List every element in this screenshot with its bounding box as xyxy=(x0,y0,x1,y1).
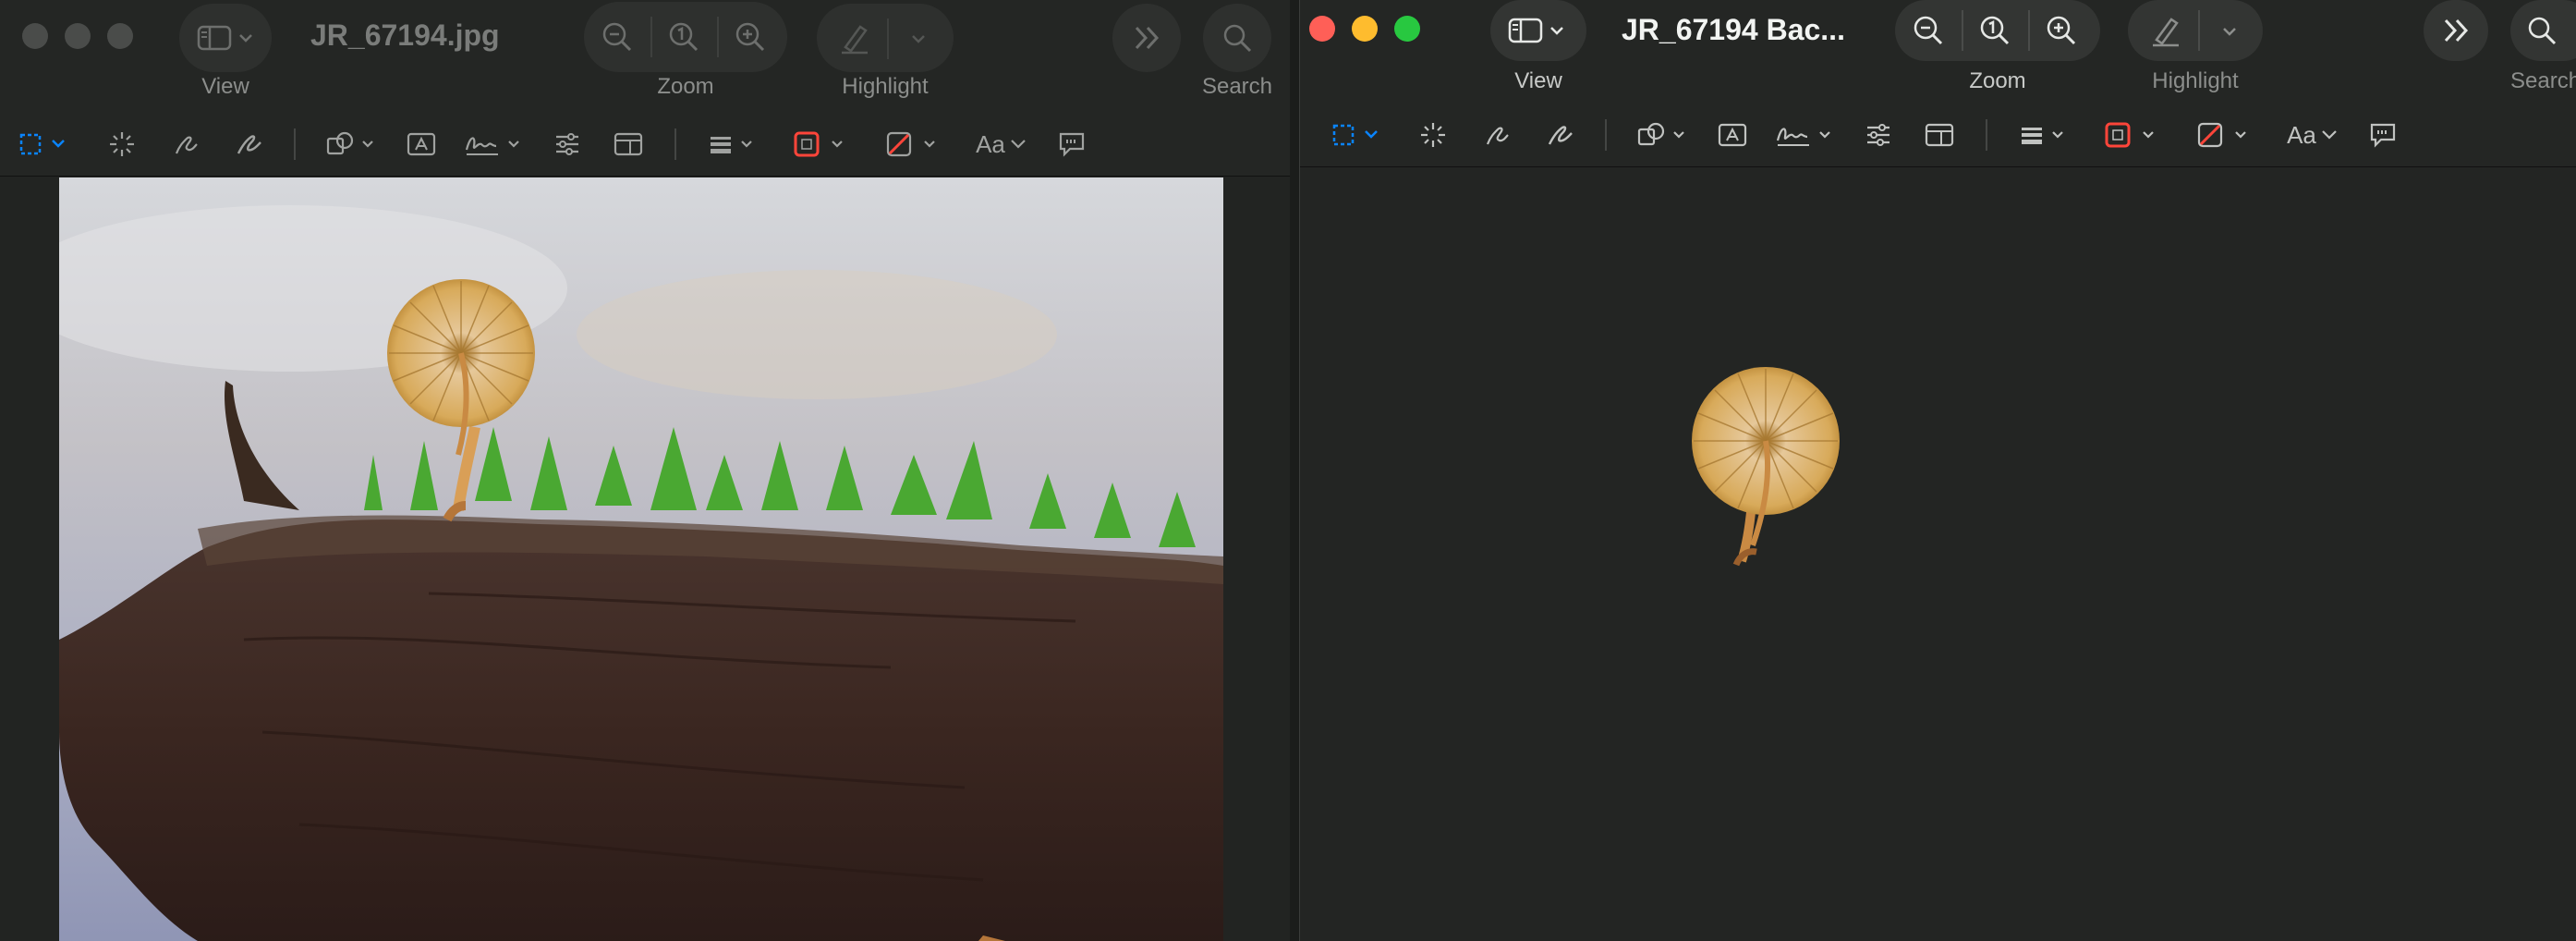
adjust-color-icon[interactable] xyxy=(1860,118,1897,152)
window-title: JR_67194 Bac... xyxy=(1622,13,1845,46)
draw-icon[interactable] xyxy=(233,128,266,161)
search-label: Search xyxy=(1201,74,1273,99)
page-layout-icon[interactable] xyxy=(610,128,647,161)
text-box-icon[interactable] xyxy=(1714,118,1751,152)
view-label: View xyxy=(1514,68,1562,93)
fill-color-button[interactable] xyxy=(883,128,942,161)
preview-window-original: View JR_67194.jpg Zoom Highlight Search … xyxy=(0,0,1290,941)
close-button[interactable] xyxy=(1309,16,1335,42)
more-tools-button[interactable] xyxy=(1112,4,1181,72)
line-style-button[interactable] xyxy=(2015,118,2074,152)
signature-button[interactable] xyxy=(1773,118,1838,152)
view-button[interactable] xyxy=(1490,0,1586,61)
zoom-label: Zoom xyxy=(657,74,714,99)
search-label: Search xyxy=(2510,68,2576,93)
border-color-button[interactable] xyxy=(2102,118,2161,152)
document-canvas xyxy=(1300,167,2576,941)
minimize-button[interactable] xyxy=(1352,16,1378,42)
text-box-icon[interactable] xyxy=(403,128,440,161)
sidebar-icon xyxy=(196,20,233,55)
selection-tool-button[interactable] xyxy=(15,129,74,159)
zoom-controls xyxy=(584,2,787,72)
border-color-button[interactable] xyxy=(791,128,850,161)
markup-toolbar: Aa xyxy=(1300,102,2576,167)
shapes-button[interactable] xyxy=(323,128,379,161)
zoom-controls xyxy=(1895,0,2100,61)
chevron-down-icon xyxy=(1548,22,1566,39)
chevron-down-icon[interactable] xyxy=(900,30,937,48)
zoom-out-icon[interactable] xyxy=(597,18,638,55)
text-style-label: Aa xyxy=(976,129,1005,158)
text-style-button[interactable]: Aa xyxy=(974,128,1029,161)
highlight-controls xyxy=(2128,0,2263,61)
actual-size-icon[interactable] xyxy=(663,18,704,55)
titlebar: View JR_67194 Bac... Zoom Highlight Sear… xyxy=(1300,0,2576,111)
zoom-in-icon[interactable] xyxy=(730,18,771,55)
titlebar: View JR_67194.jpg Zoom Highlight Search xyxy=(0,0,1290,111)
highlight-label: Highlight xyxy=(2152,68,2239,93)
double-chevron-right-icon xyxy=(2437,12,2474,49)
chevron-down-icon[interactable] xyxy=(2211,22,2248,41)
double-chevron-right-icon xyxy=(1128,19,1165,56)
sketch-icon[interactable] xyxy=(1481,118,1514,152)
highlight-controls xyxy=(817,4,954,72)
window-title: JR_67194.jpg xyxy=(310,18,500,52)
mushroom-photo xyxy=(59,177,1223,941)
draw-icon[interactable] xyxy=(1544,118,1577,152)
sketch-icon[interactable] xyxy=(170,128,203,161)
fill-color-button[interactable] xyxy=(2194,118,2254,152)
mushroom-cutout xyxy=(1688,356,1854,578)
search-icon xyxy=(2523,12,2560,49)
search-button[interactable] xyxy=(2510,0,2576,61)
instant-alpha-icon[interactable] xyxy=(105,128,139,161)
notes-icon[interactable] xyxy=(2364,118,2401,152)
sidebar-icon xyxy=(1507,13,1544,48)
chevron-down-icon xyxy=(237,30,255,46)
search-button[interactable] xyxy=(1203,4,1271,72)
more-tools-button[interactable] xyxy=(2424,0,2488,61)
actual-size-icon[interactable] xyxy=(1975,12,2015,49)
zoom-in-icon[interactable] xyxy=(2041,12,2082,49)
highlight-label: Highlight xyxy=(842,74,929,99)
fullscreen-button[interactable] xyxy=(1394,16,1420,42)
instant-alpha-icon[interactable] xyxy=(1416,118,1450,152)
selection-tool-button[interactable] xyxy=(1328,120,1387,150)
minimize-button[interactable] xyxy=(65,23,91,49)
close-button[interactable] xyxy=(22,23,48,49)
text-style-label: Aa xyxy=(2287,120,2316,149)
view-label: View xyxy=(201,74,249,99)
adjust-color-icon[interactable] xyxy=(549,128,586,161)
search-icon xyxy=(1219,19,1256,56)
view-button[interactable] xyxy=(179,4,272,72)
preview-window-background-removed: View JR_67194 Bac... Zoom Highlight Sear… xyxy=(1299,0,2576,941)
highlighter-icon[interactable] xyxy=(832,18,878,57)
line-style-button[interactable] xyxy=(704,128,763,161)
zoom-label: Zoom xyxy=(1969,68,2026,93)
fullscreen-button[interactable] xyxy=(107,23,133,49)
signature-button[interactable] xyxy=(462,128,527,161)
notes-icon[interactable] xyxy=(1053,128,1090,161)
markup-toolbar: Aa xyxy=(0,111,1290,177)
zoom-out-icon[interactable] xyxy=(1908,12,1949,49)
document-canvas xyxy=(0,177,1290,941)
page-layout-icon[interactable] xyxy=(1921,118,1958,152)
text-style-button[interactable]: Aa xyxy=(2285,118,2340,152)
shapes-button[interactable] xyxy=(1634,118,1690,152)
highlighter-icon[interactable] xyxy=(2143,11,2189,50)
